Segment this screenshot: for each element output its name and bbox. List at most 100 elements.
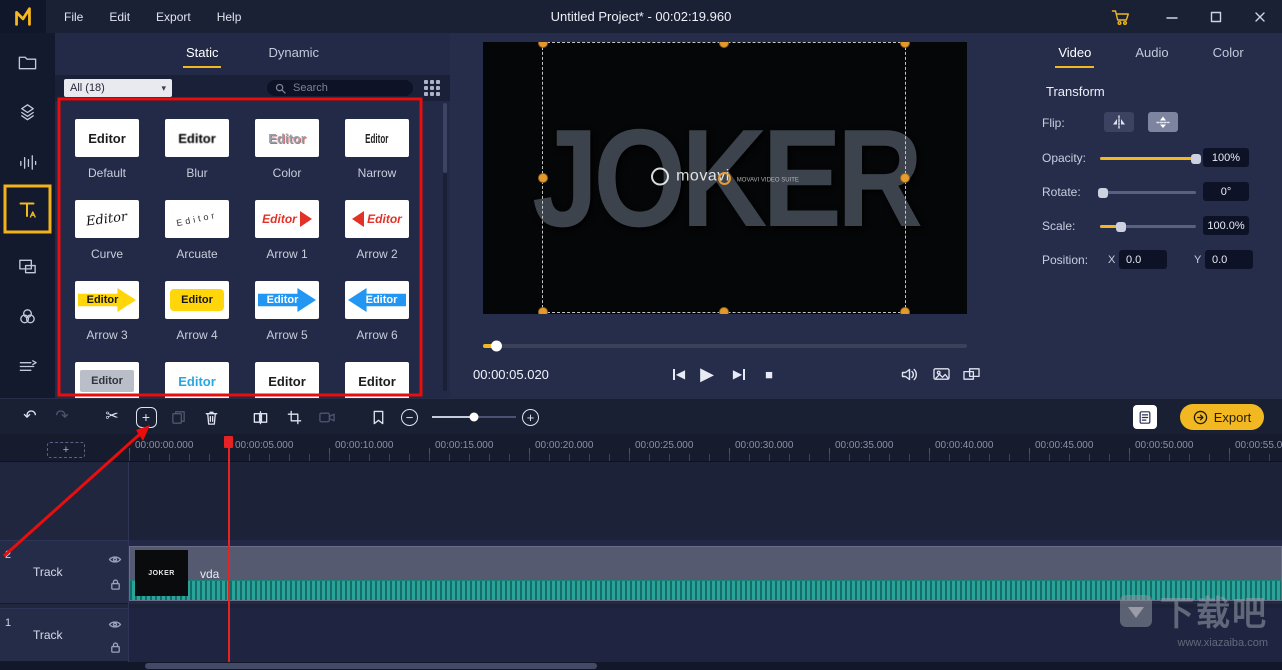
track-lock-icon[interactable] [107, 577, 123, 591]
play-button[interactable]: ▶ [695, 363, 719, 385]
tab-static[interactable]: Static [183, 40, 222, 68]
seek-bar[interactable] [483, 344, 967, 348]
template-arrow-3[interactable]: Editor Arrow 3 [62, 271, 152, 352]
track-visibility-eye-icon[interactable] [107, 552, 123, 566]
tab-color[interactable]: Color [1210, 40, 1247, 68]
track-1-header[interactable]: 1 Track [0, 608, 128, 662]
next-frame-button[interactable]: ▶ [727, 363, 751, 385]
cut-button[interactable]: ✂ [99, 404, 125, 430]
stop-button[interactable]: ■ [757, 363, 781, 385]
previous-frame-button[interactable]: ◀ [667, 363, 691, 385]
opacity-slider[interactable] [1100, 157, 1196, 160]
selection-center-handle[interactable] [718, 172, 731, 185]
grid-view-icon[interactable] [422, 79, 441, 98]
scale-value[interactable]: 100.0% [1203, 216, 1249, 235]
sidebar-item-more-tools[interactable] [0, 345, 55, 387]
detach-preview-icon[interactable] [960, 364, 982, 384]
position-x-field[interactable]: 0.0 [1119, 250, 1167, 269]
horizontal-scrollbar[interactable] [0, 662, 1282, 670]
fit-to-screen-icon[interactable] [930, 364, 952, 384]
template-color[interactable]: Editor Color [242, 109, 332, 190]
flip-horizontal-button[interactable] [1104, 112, 1134, 132]
template-partial-3[interactable]: Editor [242, 352, 332, 401]
template-arrow-5[interactable]: Editor Arrow 5 [242, 271, 332, 352]
timeline-ruler[interactable]: + 00:00:00.000 00:00:05.000 00:00:10.000… [0, 434, 1282, 462]
template-arrow-4[interactable]: Editor Arrow 4 [152, 271, 242, 352]
tab-dynamic[interactable]: Dynamic [265, 40, 322, 68]
split-button[interactable] [247, 404, 273, 430]
timeline-zoom-slider[interactable] [432, 416, 516, 418]
selection-handle[interactable] [538, 307, 548, 314]
selection-handle[interactable] [538, 42, 548, 48]
marker-button[interactable] [365, 404, 391, 430]
timeline-area[interactable]: JOKER vda 2 Track 1 Track [0, 462, 1282, 662]
opacity-value[interactable]: 100% [1203, 148, 1249, 167]
sidebar-item-transitions[interactable] [0, 91, 55, 133]
template-curve[interactable]: Editor Curve [62, 190, 152, 271]
menu-export[interactable]: Export [156, 10, 191, 24]
cart-icon[interactable] [1098, 0, 1142, 33]
video-frame[interactable]: JOKER movavi MOVAVI VIDEO SUITE [483, 42, 967, 314]
record-button[interactable] [314, 404, 340, 430]
search-input[interactable] [291, 81, 405, 95]
redo-button[interactable]: ↷ [49, 404, 75, 430]
app-logo-icon[interactable] [0, 0, 46, 33]
delete-button[interactable] [198, 404, 224, 430]
track-2-header[interactable]: 2 Track [0, 540, 128, 604]
template-arrow-6[interactable]: Editor Arrow 6 [332, 271, 422, 352]
sidebar-item-filters[interactable] [0, 295, 55, 337]
track-1-lane[interactable] [129, 608, 1282, 662]
sidebar-item-media[interactable] [0, 41, 55, 83]
playhead-line[interactable] [228, 436, 230, 662]
tab-video[interactable]: Video [1055, 40, 1094, 68]
sidebar-item-overlays[interactable] [0, 245, 55, 287]
minimize-button[interactable] [1150, 0, 1194, 33]
selection-handle[interactable] [719, 307, 729, 314]
template-blur[interactable]: Editor Blur [152, 109, 242, 190]
template-partial-1[interactable]: Editor [62, 352, 152, 401]
template-partial-2[interactable]: Editor [152, 352, 242, 401]
category-dropdown[interactable]: All (18) ▾ [64, 79, 172, 97]
track-visibility-eye-icon[interactable] [107, 617, 123, 631]
selection-handle[interactable] [719, 42, 729, 48]
menu-help[interactable]: Help [217, 10, 242, 24]
horizontal-scrollbar-thumb[interactable] [145, 663, 597, 669]
template-arcuate[interactable]: Editor Arcuate [152, 190, 242, 271]
project-notes-button[interactable] [1133, 405, 1157, 429]
position-y-field[interactable]: 0.0 [1205, 250, 1253, 269]
search-box[interactable] [267, 80, 413, 96]
close-button[interactable] [1238, 0, 1282, 33]
rotate-slider[interactable] [1100, 191, 1196, 194]
zoom-slider-knob[interactable] [470, 413, 479, 422]
template-partial-4[interactable]: Editor [332, 352, 422, 401]
template-arrow-1[interactable]: Editor Arrow 1 [242, 190, 332, 271]
template-narrow[interactable]: Editor Narrow [332, 109, 422, 190]
track-lock-icon[interactable] [107, 640, 123, 654]
menu-edit[interactable]: Edit [109, 10, 130, 24]
add-clip-button[interactable]: + [133, 404, 159, 430]
selection-handle[interactable] [900, 307, 910, 314]
zoom-in-button[interactable]: + [522, 409, 539, 426]
scale-slider[interactable] [1100, 225, 1196, 228]
sidebar-item-titles[interactable] [0, 189, 55, 231]
crop-button[interactable] [281, 404, 307, 430]
template-arrow-2[interactable]: Editor Arrow 2 [332, 190, 422, 271]
video-clip[interactable]: JOKER vda [129, 546, 1282, 601]
sidebar-item-audio[interactable] [0, 141, 55, 183]
template-default[interactable]: Editor Default [62, 109, 152, 190]
selection-handle[interactable] [900, 173, 910, 183]
selection-handle[interactable] [538, 173, 548, 183]
add-track-button[interactable]: + [47, 442, 85, 458]
flip-vertical-button[interactable] [1148, 112, 1178, 132]
duplicate-button[interactable] [165, 404, 191, 430]
zoom-out-button[interactable]: − [401, 409, 418, 426]
panel-scrollbar[interactable] [443, 103, 447, 391]
maximize-button[interactable] [1194, 0, 1238, 33]
selection-box[interactable] [542, 42, 906, 313]
volume-icon[interactable] [898, 364, 920, 384]
tab-audio[interactable]: Audio [1132, 40, 1171, 68]
export-button[interactable]: Export [1180, 404, 1264, 430]
undo-button[interactable]: ↶ [17, 404, 43, 430]
seek-knob[interactable] [491, 341, 502, 352]
menu-file[interactable]: File [64, 10, 83, 24]
